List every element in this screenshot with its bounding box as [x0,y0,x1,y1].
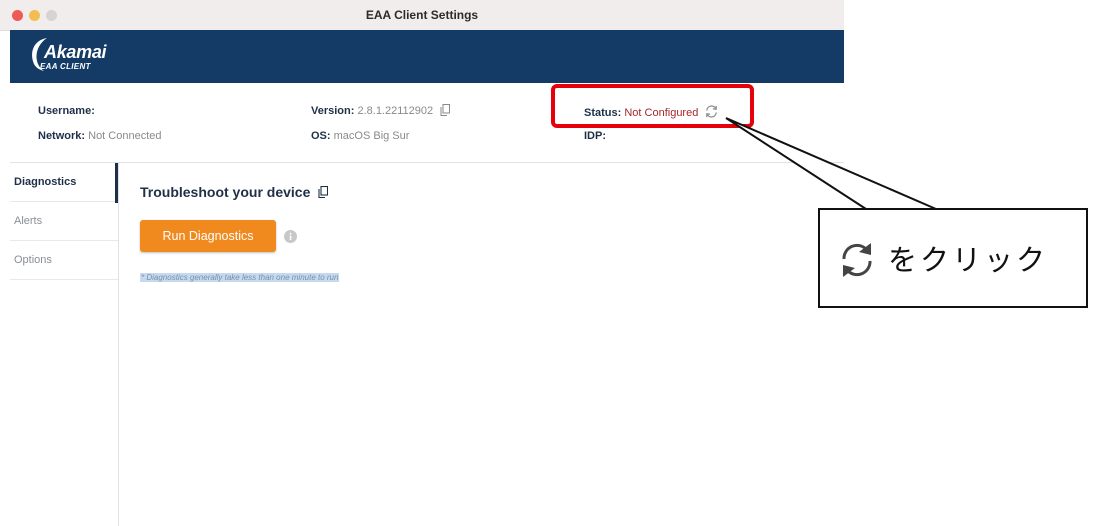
refresh-icon [842,243,872,277]
callout-text: をクリック [888,245,1049,277]
callout-box: をクリック [818,208,1088,308]
